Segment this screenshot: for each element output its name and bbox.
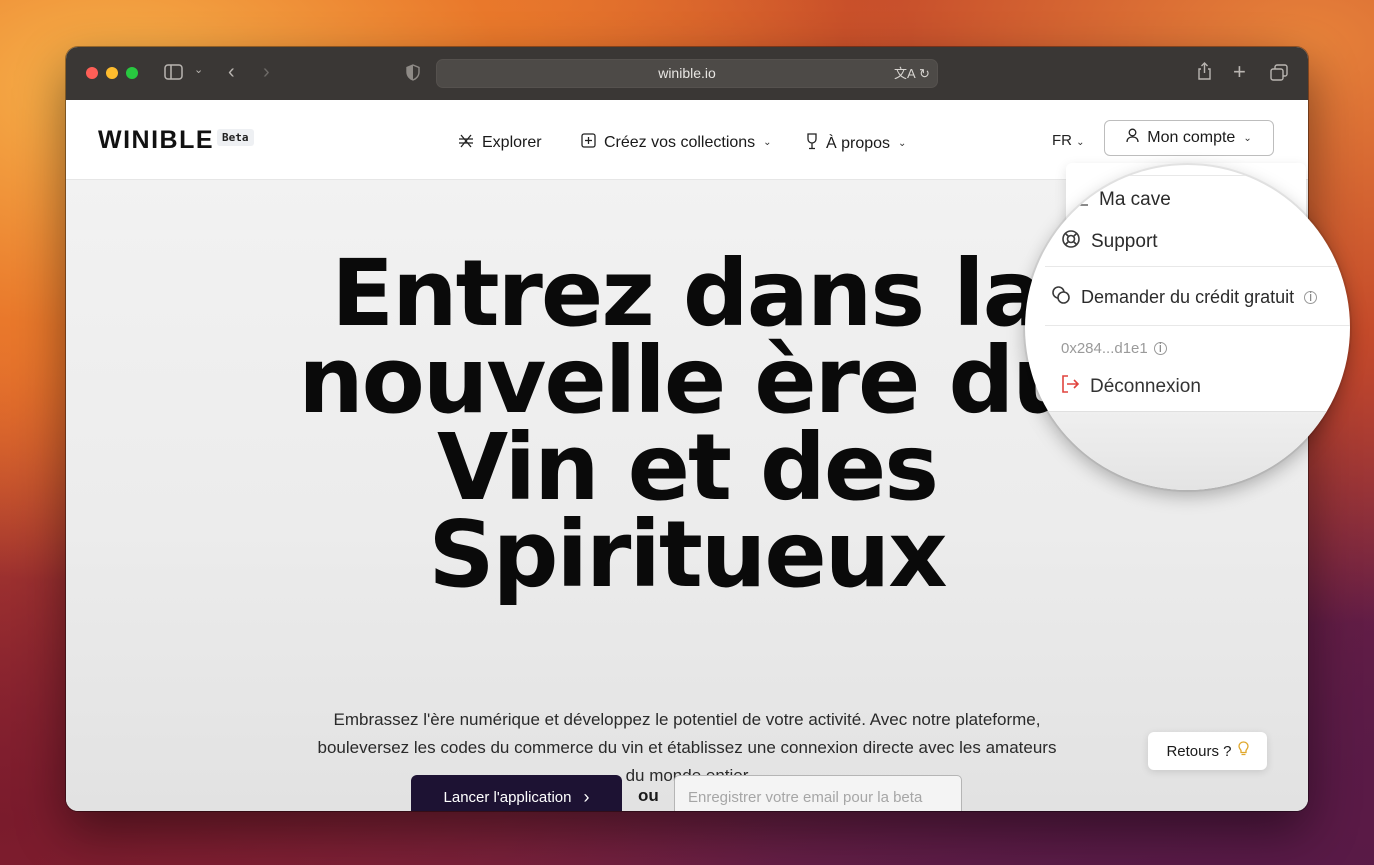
logout-label: Déconnexion xyxy=(1090,375,1201,397)
chevron-down-icon[interactable]: ⌄ xyxy=(194,65,203,76)
menu-item-free-credit[interactable]: Demander du crédit gratuit i xyxy=(1051,285,1318,310)
launch-app-button[interactable]: Lancer l'application › xyxy=(411,775,622,811)
chevron-down-icon: ⌄ xyxy=(1243,132,1252,144)
chevron-down-icon: ⌄ xyxy=(1076,137,1085,148)
feedback-button[interactable]: Retours ? xyxy=(1148,732,1267,770)
wine-glass-icon xyxy=(806,133,818,154)
close-window-button[interactable] xyxy=(86,67,98,79)
hero-subtitle-line: Embrassez l'ère numérique et développez … xyxy=(333,710,1041,729)
menu-item-support[interactable]: Support xyxy=(1061,229,1158,254)
menu-item-label: Support xyxy=(1091,230,1158,252)
chevron-right-icon: › xyxy=(583,786,590,807)
new-tab-icon[interactable]: + xyxy=(1233,61,1246,83)
logout-button[interactable]: Déconnexion xyxy=(1061,375,1201,398)
nav-create-collections[interactable]: Créez vos collections ⌄ xyxy=(581,133,772,152)
nav-create-collections-label: Créez vos collections xyxy=(604,133,756,151)
menu-item-label: Demander du crédit gratuit xyxy=(1081,287,1295,307)
translate-icon[interactable]: 文A xyxy=(894,60,916,87)
hero-subtitle-line: bouleversez les codes du commerce du vin… xyxy=(317,738,1057,757)
sidebar-toggle-icon[interactable] xyxy=(164,64,183,84)
privacy-shield-icon[interactable] xyxy=(406,64,420,85)
url-text: winible.io xyxy=(658,65,716,81)
nav-explorer-label: Explorer xyxy=(482,134,542,151)
feedback-label: Retours ? xyxy=(1166,742,1232,760)
nav-about-label: À propos xyxy=(826,134,891,152)
hero-title-line: Spiritueux xyxy=(428,501,947,608)
wallet-address-text: 0x284...d1e1 xyxy=(1061,340,1148,357)
share-icon[interactable] xyxy=(1197,62,1212,85)
language-selector[interactable]: FR ⌄ xyxy=(1052,132,1085,149)
menu-item-label: Ma cave xyxy=(1099,189,1171,210)
hero-title: Entrez dans la nouvelle ère du Vin et de… xyxy=(266,248,1108,601)
loupe-page-background xyxy=(1025,412,1350,490)
grid-sparkle-icon xyxy=(458,133,474,153)
minimize-window-button[interactable] xyxy=(106,67,118,79)
language-label: FR xyxy=(1052,132,1072,149)
plus-square-icon xyxy=(581,133,596,152)
lifebuoy-icon xyxy=(1061,229,1081,254)
info-icon[interactable]: i xyxy=(1304,291,1318,304)
wallet-address: 0x284...d1e1 i xyxy=(1061,340,1167,357)
menu-item-ma-cave[interactable]: Ma cave xyxy=(1075,189,1171,211)
address-bar[interactable]: winible.io 文A ↻ xyxy=(436,59,938,88)
back-arrow-icon[interactable]: ‹ xyxy=(228,62,235,82)
reload-icon[interactable]: ↻ xyxy=(919,60,930,87)
account-label: Mon compte xyxy=(1147,129,1236,146)
account-button[interactable]: Mon compte ⌄ xyxy=(1104,120,1274,156)
logout-icon xyxy=(1061,375,1080,398)
zoom-window-button[interactable] xyxy=(126,67,138,79)
forward-arrow-icon[interactable]: › xyxy=(263,62,270,82)
or-separator: ou xyxy=(638,786,659,805)
launch-app-label: Lancer l'application xyxy=(443,788,572,806)
chevron-down-icon: ⌄ xyxy=(763,137,772,148)
magnified-account-menu: Ma cave Support Demander du crédit gratu… xyxy=(1025,165,1350,490)
lightbulb-icon xyxy=(1237,741,1249,761)
chevron-down-icon: ⌄ xyxy=(898,138,907,149)
browser-titlebar: ⌄ ‹ › winible.io 文A ↻ + xyxy=(66,47,1308,101)
tab-overview-icon[interactable] xyxy=(1270,64,1288,85)
user-icon xyxy=(1126,128,1139,148)
winible-logo[interactable]: WINIBLE xyxy=(98,126,214,155)
beta-badge: Beta xyxy=(217,129,254,146)
info-icon[interactable]: i xyxy=(1153,342,1167,355)
coins-icon xyxy=(1051,285,1071,310)
nav-explorer[interactable]: Explorer xyxy=(458,133,542,153)
chart-icon xyxy=(1075,190,1089,211)
beta-email-input[interactable] xyxy=(674,775,962,811)
nav-about[interactable]: À propos ⌄ xyxy=(806,133,906,154)
